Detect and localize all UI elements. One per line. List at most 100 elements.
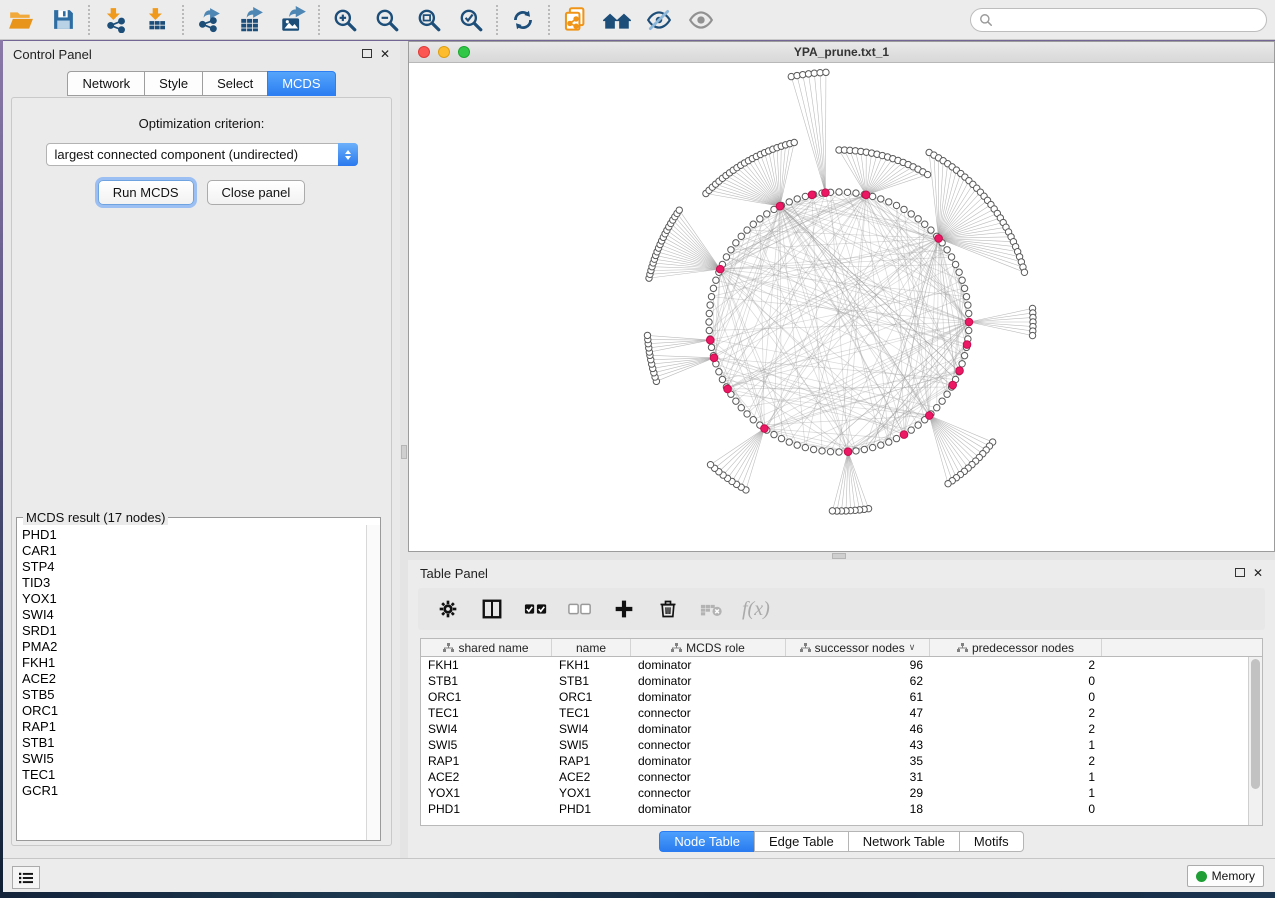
- table-settings-button[interactable]: [434, 593, 462, 625]
- copy-style-button[interactable]: [554, 2, 596, 38]
- mcds-network-node[interactable]: [724, 385, 732, 393]
- table-cell[interactable]: connector: [631, 705, 786, 721]
- horizontal-splitter[interactable]: [408, 552, 1275, 560]
- mcds-result-item[interactable]: ACE2: [22, 671, 366, 687]
- network-node[interactable]: [819, 448, 825, 454]
- network-node[interactable]: [869, 444, 875, 450]
- node-table-body[interactable]: FKH1FKH1dominator962STB1STB1dominator620…: [421, 657, 1248, 825]
- tab-style[interactable]: Style: [144, 71, 202, 96]
- table-row[interactable]: SWI4SWI4dominator462: [421, 721, 1248, 737]
- mcds-result-item[interactable]: RAP1: [22, 719, 366, 735]
- network-node[interactable]: [928, 227, 934, 233]
- mcds-network-node[interactable]: [956, 367, 964, 375]
- mcds-result-item[interactable]: SWI5: [22, 751, 366, 767]
- mcds-network-node[interactable]: [949, 381, 957, 389]
- show-task-history-button[interactable]: [12, 866, 40, 889]
- table-row[interactable]: ACE2ACE2connector311: [421, 769, 1248, 785]
- network-node[interactable]: [944, 391, 950, 397]
- mcds-network-node[interactable]: [822, 189, 830, 197]
- table-row[interactable]: ORC1ORC1dominator610: [421, 689, 1248, 705]
- table-scrollbar-thumb[interactable]: [1251, 659, 1260, 789]
- delete-table-button[interactable]: [698, 593, 726, 625]
- optimization-criterion-select[interactable]: largest connected component (undirected): [46, 143, 358, 166]
- table-cell[interactable]: FKH1: [421, 657, 552, 673]
- network-node[interactable]: [922, 221, 928, 227]
- network-node[interactable]: [961, 285, 967, 291]
- network-node[interactable]: [869, 193, 875, 199]
- network-node[interactable]: [959, 277, 965, 283]
- mcds-result-item[interactable]: YOX1: [22, 591, 366, 607]
- table-cell[interactable]: 61: [786, 689, 930, 705]
- network-node[interactable]: [644, 332, 650, 338]
- table-scrollbar[interactable]: [1248, 657, 1262, 825]
- mcds-network-node[interactable]: [716, 265, 724, 273]
- network-node[interactable]: [802, 193, 808, 199]
- network-node[interactable]: [719, 376, 725, 382]
- export-image-button[interactable]: [272, 2, 314, 38]
- network-node[interactable]: [963, 293, 969, 299]
- table-row[interactable]: STB1STB1dominator620: [421, 673, 1248, 689]
- table-row[interactable]: RAP1RAP1dominator352: [421, 753, 1248, 769]
- mcds-network-node[interactable]: [761, 425, 769, 433]
- table-cell[interactable]: RAP1: [552, 753, 631, 769]
- table-cell[interactable]: 62: [786, 673, 930, 689]
- network-node[interactable]: [708, 293, 714, 299]
- network-node[interactable]: [744, 227, 750, 233]
- network-node[interactable]: [961, 352, 967, 358]
- network-search-field[interactable]: [970, 8, 1267, 32]
- table-cell[interactable]: 0: [930, 801, 1102, 817]
- table-cell[interactable]: STB1: [552, 673, 631, 689]
- mcds-result-scrollbar[interactable]: [366, 525, 380, 840]
- table-cell[interactable]: STB1: [421, 673, 552, 689]
- network-node[interactable]: [706, 310, 712, 316]
- select-all-button[interactable]: [522, 593, 550, 625]
- network-node[interactable]: [757, 216, 763, 222]
- network-node[interactable]: [728, 247, 734, 253]
- table-cell[interactable]: ORC1: [552, 689, 631, 705]
- table-cell[interactable]: 46: [786, 721, 930, 737]
- table-cell[interactable]: 2: [930, 657, 1102, 673]
- table-cell[interactable]: 0: [930, 673, 1102, 689]
- tab-node-table[interactable]: Node Table: [659, 831, 754, 852]
- first-neighbors-button[interactable]: [596, 2, 638, 38]
- float-panel-icon[interactable]: [362, 48, 372, 60]
- table-cell[interactable]: 29: [786, 785, 930, 801]
- close-panel-icon[interactable]: ✕: [380, 48, 390, 60]
- run-mcds-button[interactable]: Run MCDS: [98, 180, 194, 205]
- table-cell[interactable]: SWI5: [552, 737, 631, 753]
- mcds-result-item[interactable]: CAR1: [22, 543, 366, 559]
- network-node[interactable]: [844, 189, 850, 195]
- table-cell[interactable]: 18: [786, 801, 930, 817]
- show-all-button[interactable]: [680, 2, 722, 38]
- column-header-predecessor-nodes[interactable]: predecessor nodes: [930, 639, 1102, 656]
- network-node[interactable]: [750, 221, 756, 227]
- save-session-button[interactable]: [42, 2, 84, 38]
- network-node[interactable]: [952, 261, 958, 267]
- import-network-button[interactable]: [94, 2, 136, 38]
- network-canvas[interactable]: [409, 63, 1274, 551]
- network-node[interactable]: [915, 216, 921, 222]
- function-builder-button[interactable]: f(x): [742, 593, 770, 625]
- mcds-network-node[interactable]: [776, 202, 784, 210]
- table-cell[interactable]: SWI4: [552, 721, 631, 737]
- network-node[interactable]: [829, 508, 835, 514]
- table-cell[interactable]: SWI4: [421, 721, 552, 737]
- network-node[interactable]: [676, 207, 682, 213]
- network-node[interactable]: [710, 285, 716, 291]
- table-cell[interactable]: 31: [786, 769, 930, 785]
- network-node[interactable]: [878, 196, 884, 202]
- table-cell[interactable]: 1: [930, 769, 1102, 785]
- network-node[interactable]: [750, 417, 756, 423]
- network-node[interactable]: [827, 449, 833, 455]
- mcds-result-item[interactable]: PMA2: [22, 639, 366, 655]
- mcds-result-item[interactable]: SRD1: [22, 623, 366, 639]
- network-node[interactable]: [853, 190, 859, 196]
- network-node[interactable]: [861, 446, 867, 452]
- table-cell[interactable]: dominator: [631, 721, 786, 737]
- network-node[interactable]: [794, 196, 800, 202]
- column-header-MCDS-role[interactable]: MCDS role: [631, 639, 786, 656]
- export-table-button[interactable]: [230, 2, 272, 38]
- network-node[interactable]: [794, 442, 800, 448]
- network-node[interactable]: [733, 240, 739, 246]
- network-node[interactable]: [823, 69, 829, 75]
